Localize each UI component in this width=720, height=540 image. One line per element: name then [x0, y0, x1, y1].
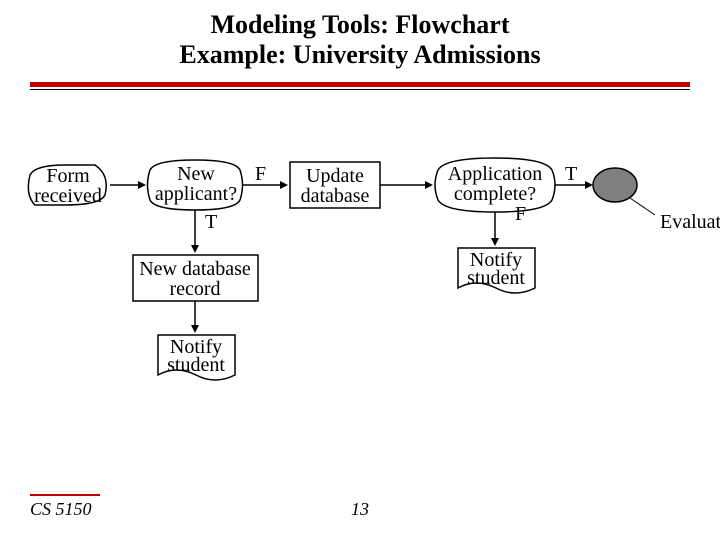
title-line-1: Modeling Tools: Flowchart: [210, 10, 509, 39]
label-new-applicant-true: T: [205, 211, 217, 233]
node-update-db-l2: database: [301, 185, 370, 207]
node-app-complete-l2: complete?: [454, 183, 536, 205]
node-new-db-record-l1: New database: [139, 258, 251, 280]
node-form-received-l2: received: [34, 185, 102, 207]
slide: Modeling Tools: Flowchart Example: Unive…: [0, 0, 720, 540]
flowchart: Form received New applicant? F Update da…: [20, 150, 720, 450]
node-new-applicant-l1: New: [177, 163, 215, 185]
node-app-complete-l1: Application: [448, 163, 542, 185]
label-app-complete-true: T: [565, 163, 577, 185]
node-notify-student-right-l2: student: [467, 267, 525, 289]
label-new-applicant-false: F: [255, 163, 266, 185]
title-rule-thin: [30, 89, 690, 90]
node-update-db-l1: Update: [306, 165, 364, 187]
title-rule-red: [30, 82, 690, 87]
node-new-applicant-l2: applicant?: [155, 183, 237, 205]
node-notify-student-left-l2: student: [167, 354, 225, 376]
footer-rule: [30, 494, 100, 496]
title-line-2: Example: University Admissions: [179, 40, 540, 69]
node-form-received-l1: Form: [46, 165, 90, 187]
label-app-complete-false: F: [515, 203, 526, 225]
slide-title: Modeling Tools: Flowchart Example: Unive…: [0, 10, 720, 70]
footer-page-number: 13: [0, 499, 720, 520]
node-evaluate: Evaluate: [660, 211, 720, 233]
node-new-db-record-l2: record: [169, 278, 220, 300]
